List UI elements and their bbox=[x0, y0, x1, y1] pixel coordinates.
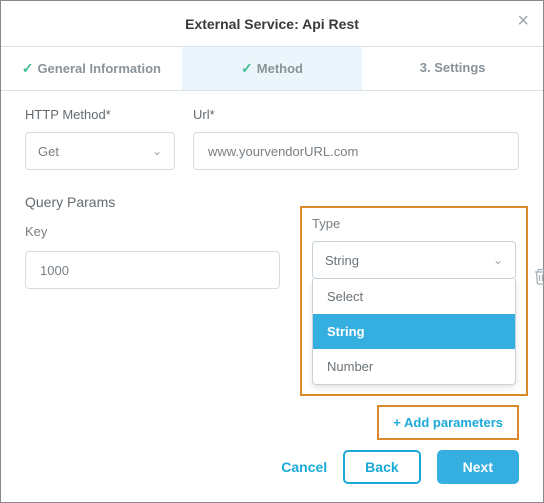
close-icon[interactable]: × bbox=[517, 11, 529, 31]
key-column: Key bbox=[25, 224, 280, 289]
modal-body: HTTP Method* Get ⌄ Url* Query Params Key bbox=[1, 91, 543, 289]
key-input[interactable] bbox=[38, 262, 267, 279]
url-input-wrapper bbox=[193, 132, 519, 170]
chevron-down-icon: ⌄ bbox=[152, 144, 162, 158]
tab-method[interactable]: ✓ Method bbox=[182, 47, 363, 90]
key-input-wrapper bbox=[25, 251, 280, 289]
check-icon: ✓ bbox=[241, 60, 253, 76]
trash-icon[interactable] bbox=[533, 268, 544, 290]
url-column: Url* bbox=[193, 107, 519, 170]
http-method-column: HTTP Method* Get ⌄ bbox=[25, 107, 175, 170]
add-params-highlight: + Add parameters bbox=[377, 405, 519, 440]
tab-settings[interactable]: 3. Settings bbox=[362, 47, 543, 90]
wizard-tabs: ✓General Information ✓Method 3. Settings bbox=[1, 47, 543, 91]
type-select[interactable]: String ⌄ bbox=[312, 241, 516, 279]
add-parameters-button[interactable]: + Add parameters bbox=[379, 407, 517, 438]
modal-external-service: External Service: Api Rest × ✓General In… bbox=[0, 0, 544, 503]
type-dropdown: Select String Number bbox=[312, 279, 516, 385]
modal-title: External Service: Api Rest bbox=[1, 1, 543, 47]
type-option-select[interactable]: Select bbox=[313, 279, 515, 314]
type-select-value: String bbox=[325, 253, 359, 268]
tab-label: 3. Settings bbox=[420, 60, 486, 75]
type-option-string[interactable]: String bbox=[313, 314, 515, 349]
row-http-url: HTTP Method* Get ⌄ Url* bbox=[25, 107, 519, 170]
type-option-number[interactable]: Number bbox=[313, 349, 515, 384]
next-button[interactable]: Next bbox=[437, 450, 519, 484]
back-button[interactable]: Back bbox=[343, 450, 420, 484]
tab-label: General Information bbox=[37, 61, 161, 76]
http-method-label: HTTP Method* bbox=[25, 107, 175, 122]
url-input[interactable] bbox=[206, 143, 506, 160]
chevron-down-icon: ⌄ bbox=[493, 253, 503, 267]
type-label: Type bbox=[312, 216, 516, 231]
type-highlight-zone: Type String ⌄ Select String Number bbox=[300, 206, 528, 396]
url-label: Url* bbox=[193, 107, 519, 122]
check-icon: ✓ bbox=[22, 60, 34, 76]
http-method-select[interactable]: Get ⌄ bbox=[25, 132, 175, 170]
http-method-value: Get bbox=[38, 144, 59, 159]
query-params-row: Key Type String ⌄ Select String Number bbox=[25, 224, 519, 289]
cancel-button[interactable]: Cancel bbox=[281, 459, 327, 475]
modal-footer: Cancel Back Next bbox=[281, 450, 519, 484]
modal-header: External Service: Api Rest × bbox=[1, 1, 543, 47]
tab-general-information[interactable]: ✓General Information bbox=[1, 47, 182, 90]
key-label: Key bbox=[25, 224, 280, 239]
tab-label: Method bbox=[257, 61, 303, 76]
